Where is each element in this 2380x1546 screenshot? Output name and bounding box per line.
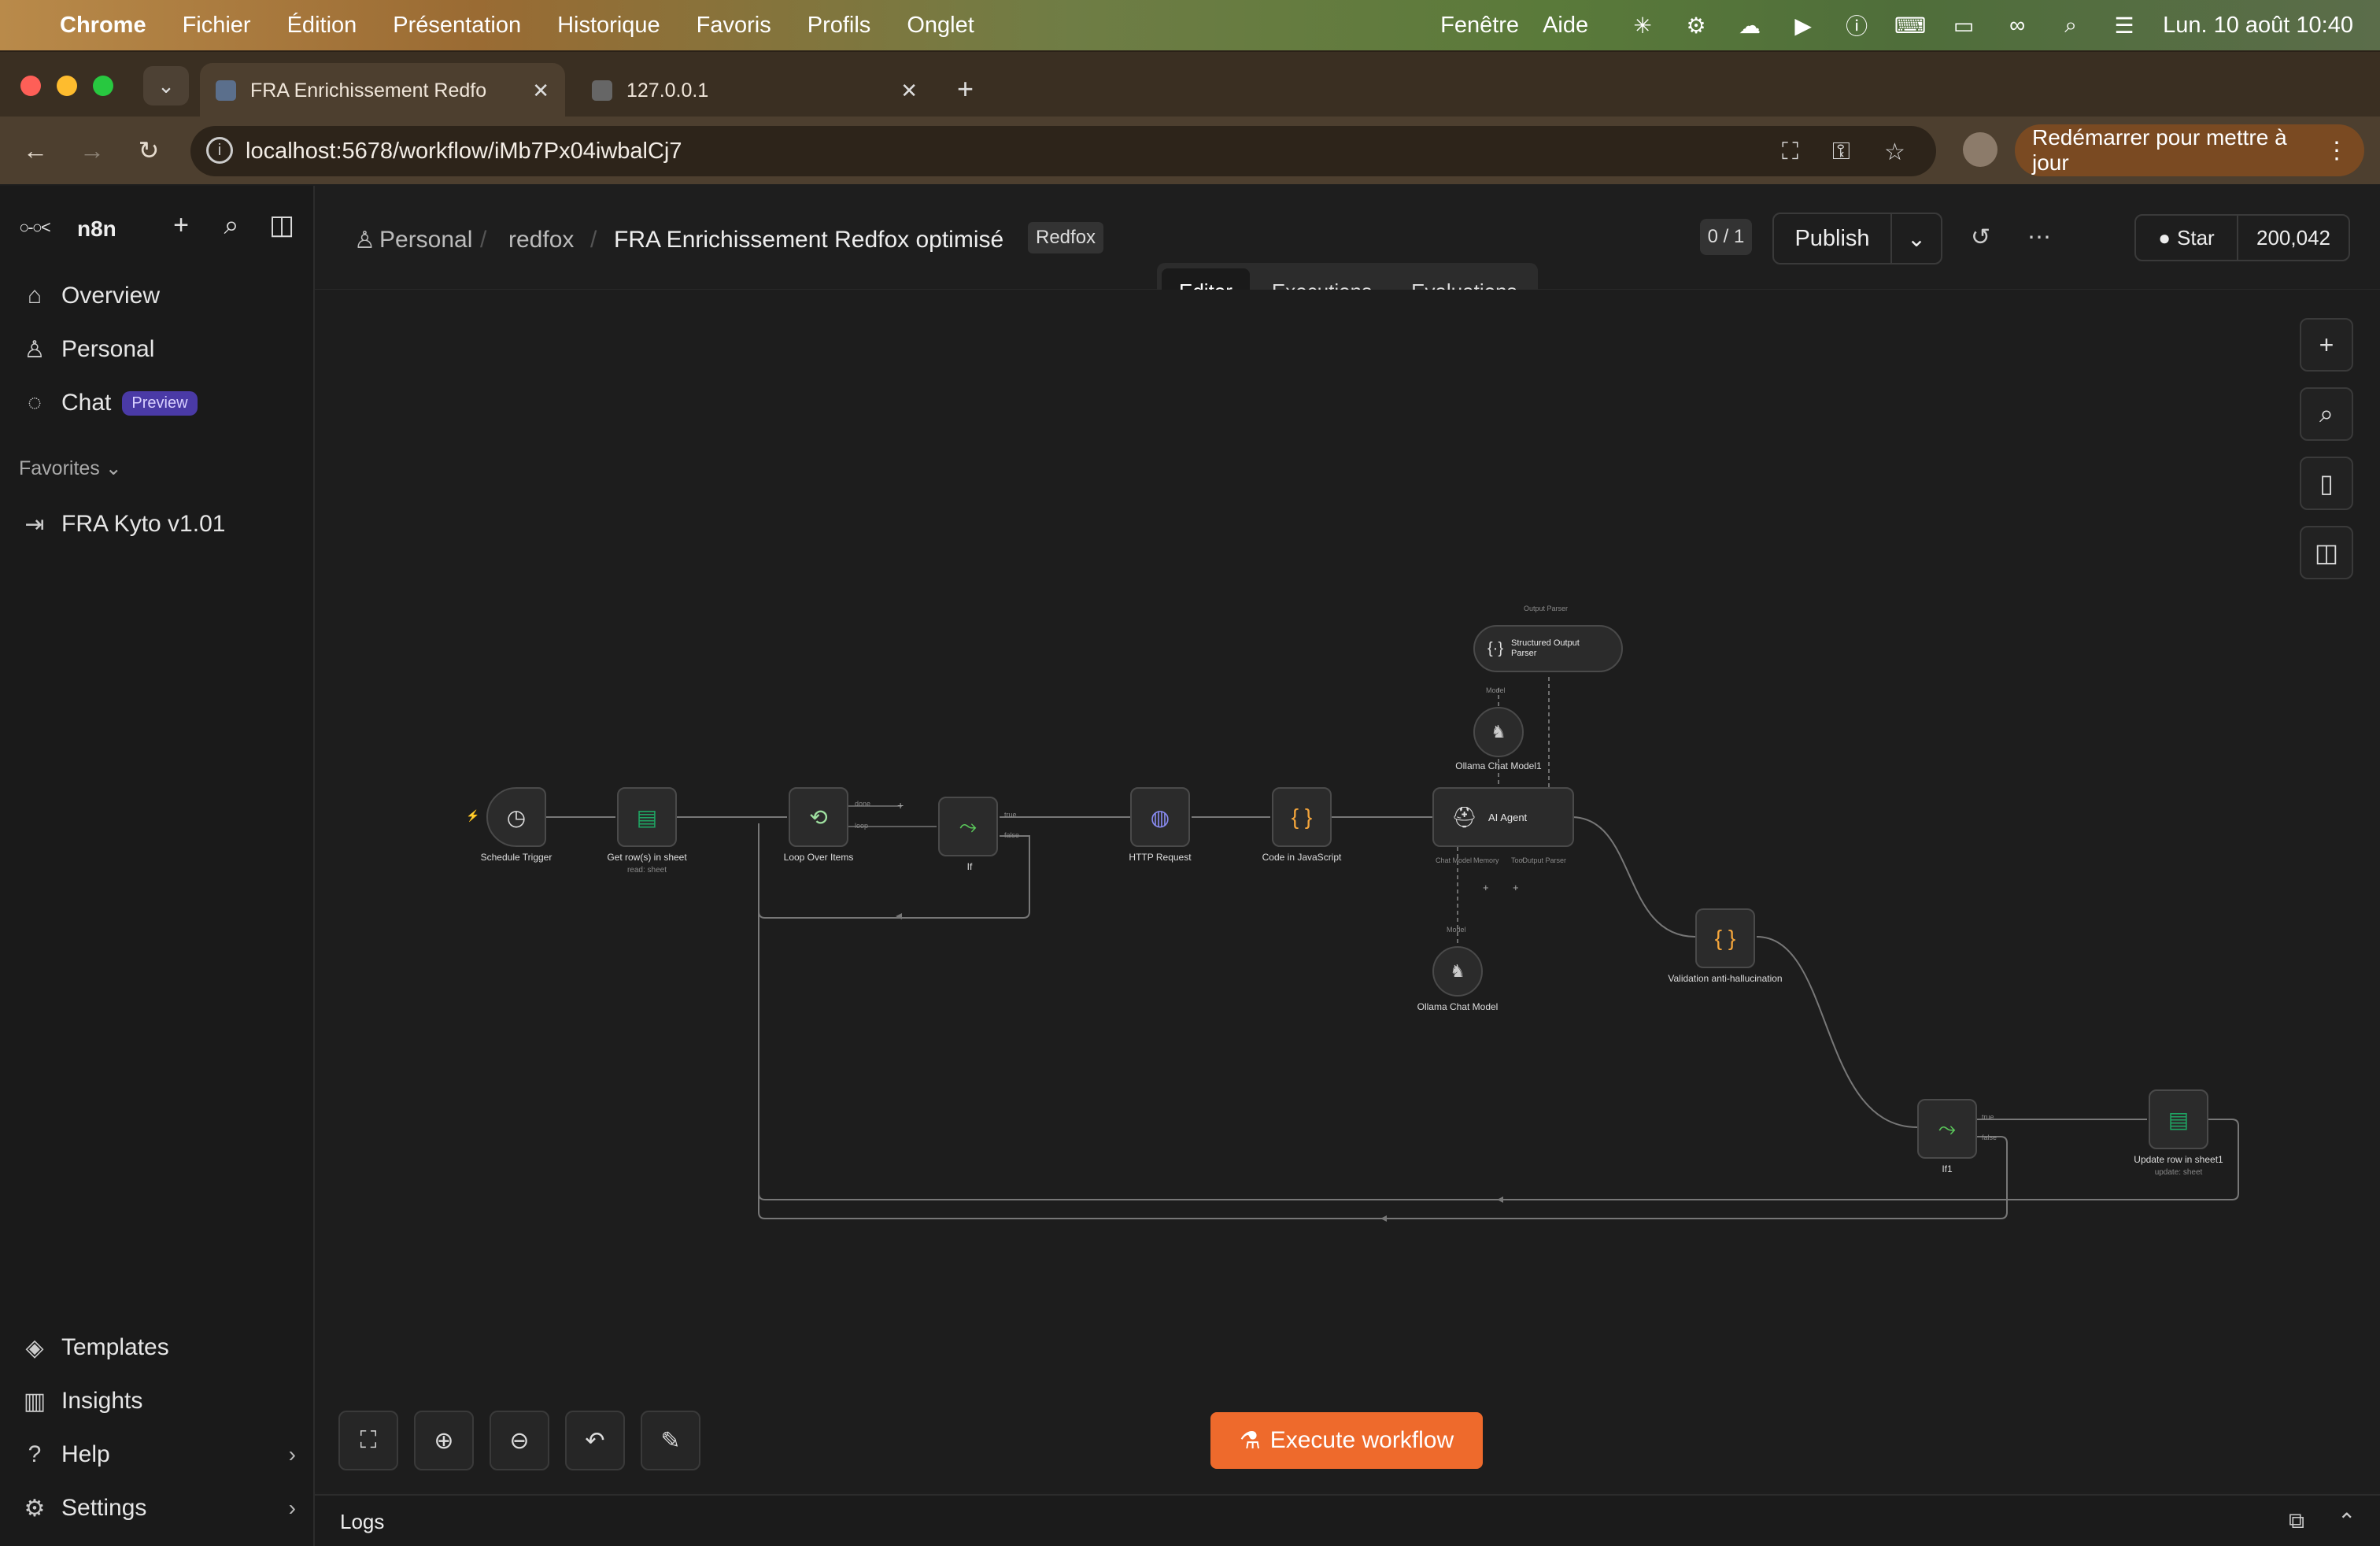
port-label-false: false xyxy=(1982,1134,1998,1141)
node-http-request[interactable]: ◍ xyxy=(1130,787,1190,847)
globe-icon: ◍ xyxy=(1150,804,1170,830)
port-label-memory: Memory xyxy=(1473,856,1499,864)
port-label-false: false xyxy=(1004,831,1020,839)
port-label-model-top: Model xyxy=(1486,686,1506,694)
node-label: Update row in sheet1 xyxy=(2134,1154,2223,1165)
node-label: HTTP Request xyxy=(1129,852,1192,863)
add-memory-icon[interactable]: + xyxy=(1483,882,1489,893)
node-label: Ollama Chat Model1 xyxy=(1455,760,1542,771)
port-label-true: true xyxy=(1004,811,1017,819)
node-label: Validation anti-hallucination xyxy=(1668,973,1783,984)
parser-icon: {·} xyxy=(1488,639,1504,657)
node-loop-over-items[interactable]: ⟲ xyxy=(789,787,848,847)
node-label: Ollama Chat Model xyxy=(1417,1001,1499,1012)
llama-icon: ♞ xyxy=(1450,961,1465,981)
node-label: Structured Output Parser xyxy=(1511,638,1580,658)
node-label: AI Agent xyxy=(1488,811,1528,823)
port-label-model: Model xyxy=(1447,926,1466,934)
tidy-up-icon[interactable]: ✎ xyxy=(641,1411,700,1470)
connection-line xyxy=(1572,816,1696,938)
execute-label: Execute workflow xyxy=(1269,1427,1454,1453)
node-subtitle: update: sheet xyxy=(2154,1168,2203,1177)
arrow-icon xyxy=(1380,1215,1387,1222)
logs-label[interactable]: Logs xyxy=(340,1510,384,1534)
zoom-out-icon[interactable]: ⊖ xyxy=(490,1411,549,1470)
node-label: Get row(s) in sheet xyxy=(607,852,687,863)
zoom-in-icon[interactable]: ⊕ xyxy=(414,1411,474,1470)
llama-icon: ♞ xyxy=(1491,722,1506,742)
node-ollama-chat-model[interactable]: ♞ xyxy=(1432,946,1483,997)
port-label-output-parser-top: Output Parser xyxy=(1524,605,1569,612)
code-braces-icon: { } xyxy=(1714,926,1736,950)
node-if[interactable]: ⤳ xyxy=(938,797,998,856)
loop-back-connection xyxy=(758,823,2008,1219)
toggle-panel-icon[interactable]: ◫ xyxy=(2300,526,2353,579)
pop-out-icon[interactable]: ⧉ xyxy=(2289,1508,2304,1534)
port-label-output-parser: Output Parser xyxy=(1522,856,1567,864)
port-label-chat-model: Chat Model xyxy=(1436,856,1473,864)
google-sheets-icon: ▤ xyxy=(2168,1107,2190,1132)
node-ollama-chat-model-1[interactable]: ♞ xyxy=(1473,707,1524,757)
fit-view-icon[interactable]: ⛶ xyxy=(338,1411,398,1470)
node-schedule-trigger[interactable]: ◷ xyxy=(486,787,546,847)
connection-line xyxy=(1756,936,1918,1128)
trigger-bolt-icon: ⚡ xyxy=(466,809,480,822)
node-get-rows[interactable]: ▤ xyxy=(617,787,677,847)
loop-icon: ⟲ xyxy=(809,804,828,830)
node-subtitle: read: sheet xyxy=(626,866,667,875)
port-label-true: true xyxy=(1982,1113,1994,1121)
node-update-row[interactable]: ▤ xyxy=(2149,1089,2208,1149)
google-sheets-icon: ▤ xyxy=(636,804,658,830)
clock-icon: ◷ xyxy=(506,804,527,830)
logs-panel[interactable]: Logs ⧉ ⌃ xyxy=(315,1494,2380,1546)
node-label: If xyxy=(966,861,973,872)
search-nodes-icon[interactable]: ⌕ xyxy=(2300,387,2353,441)
add-node-icon[interactable]: + xyxy=(2300,318,2353,372)
add-tool-icon[interactable]: + xyxy=(1513,882,1519,893)
execute-workflow-button[interactable]: ⚗ Execute workflow xyxy=(1210,1412,1483,1469)
branch-icon: ⤳ xyxy=(959,813,978,838)
node-label: If1 xyxy=(1942,1163,1953,1174)
branch-icon: ⤳ xyxy=(1938,1115,1957,1141)
chevron-up-icon[interactable]: ⌃ xyxy=(2338,1508,2356,1534)
node-if1[interactable]: ⤳ xyxy=(1917,1099,1977,1159)
node-label: Schedule Trigger xyxy=(480,852,552,863)
workflow-connections xyxy=(546,677,2239,1222)
sticky-note-icon[interactable]: ▯ xyxy=(2300,457,2353,510)
node-code-javascript[interactable]: { } xyxy=(1272,787,1332,847)
code-braces-icon: { } xyxy=(1291,804,1313,829)
node-ai-agent[interactable]: ⛑ AI Agent xyxy=(1432,787,1574,847)
undo-icon[interactable]: ↶ xyxy=(565,1411,625,1470)
node-label: Code in JavaScript xyxy=(1262,852,1342,863)
node-validation[interactable]: { } xyxy=(1695,908,1755,968)
robot-icon: ⛑ xyxy=(1451,804,1478,829)
port-label-done: done xyxy=(855,800,871,808)
add-connection-icon[interactable]: + xyxy=(897,799,904,812)
node-label: Loop Over Items xyxy=(783,852,854,863)
node-structured-output-parser[interactable]: {·} Structured Output Parser xyxy=(1473,625,1623,672)
arrow-icon xyxy=(1497,1196,1503,1203)
flask-icon: ⚗ xyxy=(1239,1427,1261,1454)
port-label-loop: loop xyxy=(855,822,869,830)
